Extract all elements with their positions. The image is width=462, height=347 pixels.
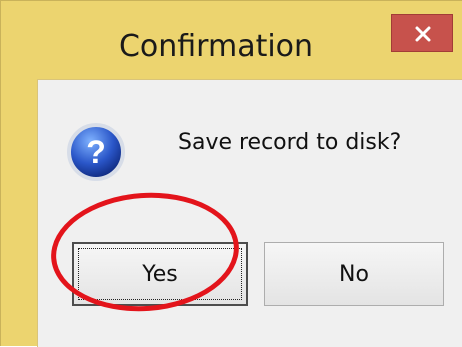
svg-text:?: ? <box>86 134 106 170</box>
question-icon: ? <box>67 123 125 181</box>
dialog-window: Confirmation ? Save record to disk? Yes <box>0 0 462 347</box>
focus-ring <box>78 248 242 300</box>
no-button[interactable]: No <box>264 242 444 306</box>
dialog-message: Save record to disk? <box>178 130 402 155</box>
yes-button[interactable]: Yes <box>72 242 248 306</box>
close-icon <box>415 26 431 42</box>
dialog-title: Confirmation <box>118 29 314 64</box>
no-button-label: No <box>339 261 369 287</box>
dialog-body: ? Save record to disk? Yes No <box>37 79 462 347</box>
title-bar[interactable]: Confirmation <box>1 1 462 79</box>
close-button[interactable] <box>391 14 453 52</box>
